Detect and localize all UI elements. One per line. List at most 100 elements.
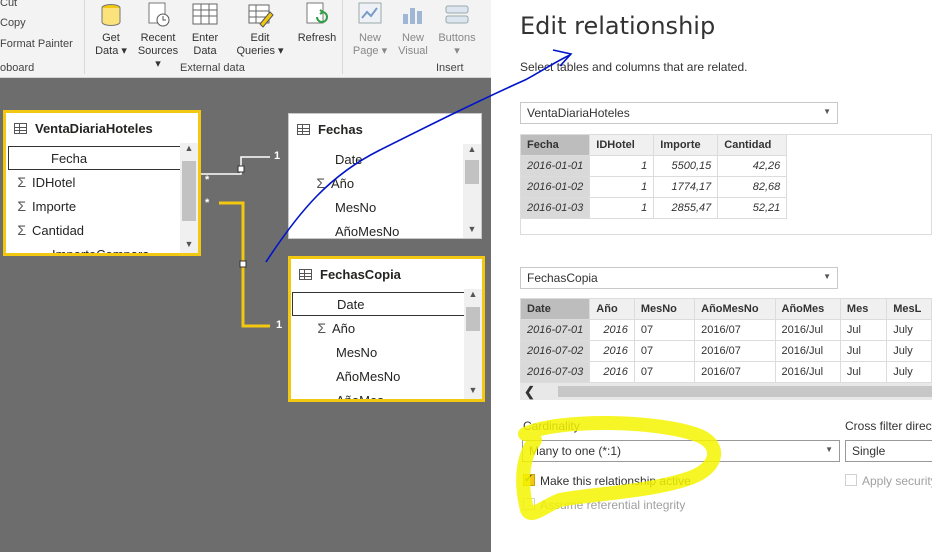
- table-cell: 2016/07: [694, 340, 776, 362]
- column-header-cantidad[interactable]: Cantidad: [717, 134, 788, 156]
- relationship-line-fechas[interactable]: [199, 156, 270, 175]
- field-ano[interactable]: Σ Año: [292, 316, 465, 340]
- integrity-checkbox[interactable]: [523, 498, 535, 510]
- table-card-ventadiariahoteles[interactable]: VentaDiariaHoteles Fecha Σ IDHotel Σ Impor…: [3, 110, 201, 256]
- column-header-idhotel[interactable]: IDHotel: [589, 134, 655, 156]
- scroll-thumb[interactable]: [466, 307, 480, 331]
- scroll-up-icon[interactable]: ▲: [180, 143, 198, 153]
- column-header-mesno[interactable]: MesNo: [633, 298, 696, 320]
- scroll-thumb[interactable]: [182, 161, 196, 221]
- column-header-fecha[interactable]: Fecha: [519, 134, 591, 156]
- field-anomes[interactable]: AñoMes: [292, 388, 465, 400]
- field-ano[interactable]: Σ Año: [289, 171, 461, 195]
- table1-dropdown[interactable]: VentaDiariaHoteles ▼: [520, 102, 838, 124]
- cross-filter-dropdown[interactable]: Single: [845, 440, 932, 462]
- enter-data-label-1: Enter: [191, 32, 219, 44]
- field-idhotel[interactable]: Σ IDHotel: [8, 170, 182, 194]
- cardinality-dropdown[interactable]: Many to one (*:1) ▼: [522, 440, 840, 462]
- field-mesno[interactable]: MesNo: [289, 195, 461, 219]
- field-name: ImporteCompara: [52, 246, 150, 256]
- cardinality-many-2: *: [205, 197, 210, 209]
- security-checkbox-label[interactable]: Apply security: [862, 474, 932, 488]
- field-date[interactable]: Date: [289, 147, 461, 171]
- clipboard-group-label: oboard: [0, 62, 35, 74]
- buttons-button[interactable]: Buttons ▾: [434, 0, 480, 60]
- column-header-ano[interactable]: Año: [589, 298, 635, 320]
- edit-queries-button[interactable]: Edit Queries ▾: [234, 0, 286, 60]
- sigma-icon: Σ: [17, 198, 26, 214]
- table-cell: 07: [633, 340, 696, 362]
- column-header-date[interactable]: Date: [519, 298, 591, 320]
- get-data-button[interactable]: Get Data ▾: [88, 0, 134, 60]
- table-row: 2016-07-03 2016 07 2016/07 2016/Jul Jul …: [519, 361, 932, 383]
- cut-label: Cut: [0, 0, 18, 9]
- field-name: MesNo: [336, 344, 378, 360]
- new-page-button[interactable]: New Page ▾: [347, 0, 393, 60]
- column-header-anomesno[interactable]: AñoMesNo: [694, 298, 776, 320]
- field-date[interactable]: Date: [292, 292, 465, 316]
- field-cantidad[interactable]: Σ Cantidad: [8, 218, 182, 242]
- table-header[interactable]: Fechas: [289, 114, 481, 144]
- scroll-thumb[interactable]: [465, 160, 479, 184]
- field-name: Date: [335, 151, 363, 167]
- field-name: AñoMesNo: [336, 368, 401, 384]
- table-scrollbar[interactable]: ▲ ▼: [464, 289, 482, 399]
- table-scrollbar[interactable]: ▲ ▼: [180, 143, 198, 253]
- table-cell: 1: [589, 155, 655, 177]
- refresh-button[interactable]: Refresh: [294, 0, 340, 60]
- table-cell: Jul: [839, 361, 888, 383]
- table-header[interactable]: FechasCopia: [291, 259, 482, 289]
- field-importecompara[interactable]: ImporteCompara: [8, 242, 182, 256]
- field-anomesno[interactable]: AñoMesNo: [289, 219, 461, 239]
- field-fecha[interactable]: Fecha: [8, 146, 182, 170]
- table-cell: 2016-01-01: [519, 155, 591, 177]
- recent-sources-button[interactable]: Recent Sources ▾: [134, 0, 182, 70]
- table-cell: 07: [633, 319, 696, 341]
- table-cell: 2855,47: [653, 197, 719, 219]
- scroll-down-icon[interactable]: ▼: [464, 385, 482, 395]
- copy-button[interactable]: Copy: [0, 17, 26, 29]
- format-painter-button[interactable]: Format Painter: [0, 38, 73, 50]
- table-card-fechas[interactable]: Fechas Date Σ Año MesNo AñoMesNo ▲ ▼: [288, 113, 482, 239]
- cut-button[interactable]: Cut: [0, 0, 17, 9]
- relationship-canvas[interactable]: * 1 * 1 VentaDiariaHoteles Fecha Σ IDHote…: [0, 78, 491, 552]
- column-header-mes[interactable]: Mes: [839, 298, 888, 320]
- table-header[interactable]: VentaDiariaHoteles: [6, 113, 198, 143]
- field-anomesno[interactable]: AñoMesNo: [292, 364, 465, 388]
- field-importe[interactable]: Σ Importe: [8, 194, 182, 218]
- recent-sources-icon: [148, 2, 170, 27]
- cardinality-one-2: 1: [276, 319, 283, 331]
- scroll-up-icon[interactable]: ▲: [464, 289, 482, 299]
- column-header-importe[interactable]: Importe: [653, 134, 719, 156]
- table-cell: 2016: [589, 319, 635, 341]
- table2-dropdown-value: FechasCopia: [527, 271, 598, 285]
- active-checkbox[interactable]: [523, 472, 535, 486]
- table-cell: Jul: [839, 319, 888, 341]
- cardinality-value: Many to one (*:1): [529, 444, 622, 458]
- column-header-mesl[interactable]: MesL: [886, 298, 932, 320]
- relationship-direction-marker: [237, 165, 245, 173]
- field-mesno[interactable]: MesNo: [292, 340, 465, 364]
- active-checkbox-label[interactable]: Make this relationship active: [540, 474, 691, 488]
- scroll-thumb[interactable]: [558, 386, 932, 397]
- scroll-left-icon[interactable]: ❮: [524, 384, 535, 400]
- table-cell: 2016-07-03: [519, 361, 591, 383]
- table-card-fechascopia[interactable]: FechasCopia Date Σ Año MesNo AñoMesNo Año…: [288, 256, 485, 402]
- enter-data-button[interactable]: Enter Data: [182, 0, 228, 60]
- table2-dropdown[interactable]: FechasCopia ▼: [520, 267, 838, 289]
- scroll-down-icon[interactable]: ▼: [463, 224, 481, 234]
- security-checkbox[interactable]: [845, 474, 857, 486]
- table-cell: 2016: [589, 340, 635, 362]
- scroll-up-icon[interactable]: ▲: [463, 144, 481, 154]
- scroll-down-icon[interactable]: ▼: [180, 239, 198, 249]
- table-title: VentaDiariaHoteles: [35, 120, 153, 136]
- new-visual-button[interactable]: New Visual: [390, 0, 436, 60]
- integrity-checkbox-label[interactable]: Assume referential integrity: [540, 498, 685, 512]
- insert-group-label: Insert: [436, 62, 464, 74]
- sigma-icon: Σ: [17, 222, 26, 238]
- column-header-anomes[interactable]: AñoMes: [774, 298, 841, 320]
- table-cell: 2016/07: [694, 361, 776, 383]
- table2-horizontal-scrollbar[interactable]: ❮: [520, 383, 932, 400]
- table-cell: 2016/07: [694, 319, 776, 341]
- table-scrollbar[interactable]: ▲ ▼: [463, 144, 481, 238]
